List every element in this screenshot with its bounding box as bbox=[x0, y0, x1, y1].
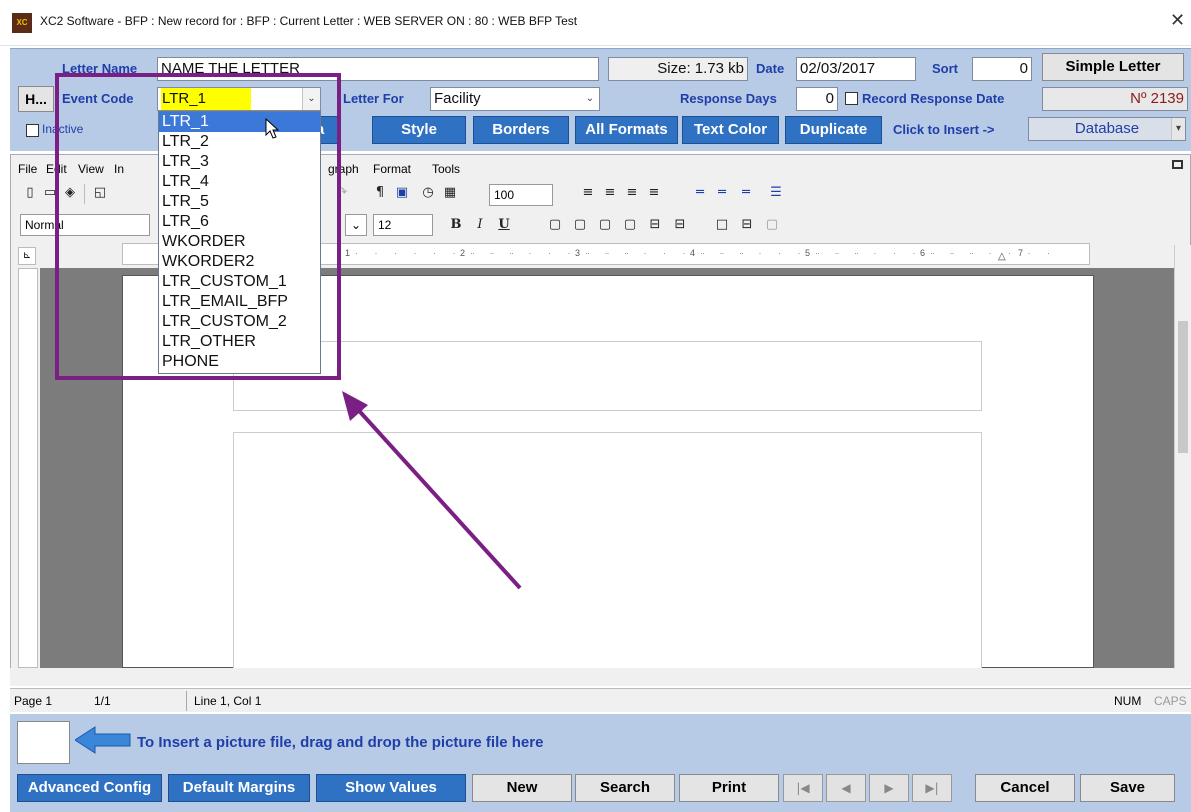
borders-button[interactable]: Borders bbox=[473, 116, 569, 144]
sort-input[interactable]: 0 bbox=[972, 57, 1032, 81]
all-formats-button[interactable]: All Formats bbox=[575, 116, 678, 144]
border-right-icon[interactable]: ▢ bbox=[570, 215, 590, 235]
cancel-button[interactable]: Cancel bbox=[975, 774, 1075, 802]
save-button[interactable]: Save bbox=[1080, 774, 1175, 802]
zoom-value: 100 bbox=[494, 188, 515, 202]
menu-tools[interactable]: Tools bbox=[432, 162, 460, 176]
chevron-down-icon[interactable]: ▾ bbox=[1171, 118, 1185, 140]
indent-marker-icon[interactable]: △ bbox=[998, 251, 1006, 262]
font-select-arrow[interactable]: ⌄ bbox=[345, 214, 367, 236]
line-col-indicator: Line 1, Col 1 bbox=[194, 694, 262, 708]
font-size-select[interactable]: 12 bbox=[373, 214, 433, 236]
zoom-select[interactable]: 100 bbox=[489, 184, 553, 206]
left-arrow-icon bbox=[75, 726, 131, 754]
line-spacing-onehalf-icon[interactable]: ═ bbox=[712, 183, 732, 203]
restore-icon[interactable] bbox=[1172, 160, 1183, 169]
ruler-dots: · · · · · · · bbox=[930, 248, 1057, 258]
insert-source-select[interactable]: Database ▾ bbox=[1028, 117, 1186, 141]
click-to-insert-label: Click to Insert -> bbox=[893, 122, 995, 137]
chevron-down-icon[interactable]: ⌄ bbox=[581, 88, 599, 110]
previous-record-button[interactable]: ◀ bbox=[826, 774, 866, 802]
border-inner-icon[interactable]: ⊟ bbox=[670, 215, 690, 235]
app-logo-icon: XC bbox=[12, 13, 32, 33]
status-separator bbox=[186, 691, 187, 711]
window-title: XC2 Software - BFP : New record for : BF… bbox=[40, 14, 578, 28]
annotation-arrow-icon bbox=[342, 391, 522, 590]
bold-icon[interactable]: B bbox=[446, 215, 466, 235]
line-spacing-single-icon[interactable]: ═ bbox=[690, 183, 710, 203]
align-left-icon[interactable]: ≡ bbox=[578, 183, 598, 203]
response-days-label: Response Days bbox=[680, 91, 777, 106]
bullet-list-icon[interactable]: ☰ bbox=[766, 183, 786, 203]
ruler-tick-label: 1 bbox=[345, 248, 351, 258]
first-record-button[interactable]: |◀ bbox=[783, 774, 823, 802]
vertical-ruler[interactable] bbox=[18, 268, 38, 668]
clock-icon[interactable]: ◷ bbox=[418, 183, 438, 203]
font-size-value: 12 bbox=[378, 218, 392, 232]
page-count: 1/1 bbox=[94, 694, 111, 708]
underline-icon[interactable]: U bbox=[494, 215, 514, 235]
sort-label: Sort bbox=[932, 61, 958, 76]
size-display: Size: 1.73 kb bbox=[608, 57, 748, 81]
duplicate-button[interactable]: Duplicate bbox=[785, 116, 882, 144]
border-top-icon[interactable]: ▢ bbox=[595, 215, 615, 235]
num-lock-indicator: NUM bbox=[1114, 694, 1142, 708]
border-all-icon[interactable]: ⊟ bbox=[737, 215, 757, 235]
style-button[interactable]: Style bbox=[372, 116, 466, 144]
status-bar: Page 1 1/1 Line 1, Col 1 NUM CAPS bbox=[10, 688, 1191, 712]
inactive-checkbox[interactable] bbox=[26, 124, 39, 137]
date-input[interactable]: 02/03/2017 bbox=[796, 57, 916, 81]
align-right-icon[interactable]: ≡ bbox=[622, 183, 642, 203]
caps-lock-indicator: CAPS bbox=[1154, 694, 1187, 708]
drop-instruction: To Insert a picture file, drag and drop … bbox=[137, 734, 544, 751]
date-label: Date bbox=[756, 61, 785, 76]
pilcrow-icon[interactable]: ¶ bbox=[370, 183, 390, 203]
italic-icon[interactable]: I bbox=[470, 215, 490, 235]
search-button[interactable]: Search bbox=[575, 774, 675, 802]
text-color-button[interactable]: Text Color bbox=[682, 116, 779, 144]
show-values-button[interactable]: Show Values bbox=[316, 774, 466, 802]
new-button[interactable]: New bbox=[472, 774, 572, 802]
next-record-button[interactable]: ▶ bbox=[869, 774, 909, 802]
record-response-label: Record Response Date bbox=[862, 91, 1005, 106]
border-none-icon[interactable]: ▢ bbox=[762, 215, 782, 235]
record-response-checkbox[interactable] bbox=[845, 92, 858, 105]
response-days-input[interactable]: 0 bbox=[796, 87, 838, 111]
close-icon[interactable]: ✕ bbox=[1170, 10, 1185, 31]
border-outer-icon[interactable]: □ bbox=[712, 215, 732, 235]
print-button[interactable]: Print bbox=[679, 774, 779, 802]
border-bottom-icon[interactable]: ▢ bbox=[620, 215, 640, 235]
advanced-config-button[interactable]: Advanced Config bbox=[17, 774, 162, 802]
border-left-icon[interactable]: ▢ bbox=[545, 215, 565, 235]
field-codes-icon[interactable]: ▣ bbox=[392, 183, 412, 203]
letter-for-value: Facility bbox=[434, 90, 481, 107]
align-justify-icon[interactable]: ≡ bbox=[644, 183, 664, 203]
insert-source-value: Database bbox=[1074, 120, 1140, 137]
h-button[interactable]: H... bbox=[18, 86, 54, 112]
vertical-scrollbar[interactable] bbox=[1174, 245, 1191, 668]
menu-format[interactable]: Format bbox=[373, 162, 411, 176]
page-indicator: Page 1 bbox=[14, 694, 53, 708]
menu-file[interactable]: File bbox=[18, 162, 37, 176]
horizontal-scrollbar[interactable] bbox=[10, 668, 1191, 686]
letter-for-select[interactable]: Facility ⌄ bbox=[430, 87, 600, 111]
border-horizontal-icon[interactable]: ⊟ bbox=[645, 215, 665, 235]
annotation-highlight-box bbox=[55, 73, 341, 380]
align-center-icon[interactable]: ≡ bbox=[600, 183, 620, 203]
simple-letter-button[interactable]: Simple Letter bbox=[1042, 53, 1184, 81]
tab-stop-icon[interactable]: ⊾ bbox=[18, 247, 36, 265]
last-record-button[interactable]: ▶| bbox=[912, 774, 952, 802]
default-margins-button[interactable]: Default Margins bbox=[168, 774, 310, 802]
letter-for-label: Letter For bbox=[343, 91, 404, 106]
line-spacing-double-icon[interactable]: ═ bbox=[736, 183, 756, 203]
record-number: Nº 2139 bbox=[1042, 87, 1188, 111]
new-doc-icon[interactable]: ▯ bbox=[20, 183, 40, 203]
calendar-icon[interactable]: ▦ bbox=[440, 183, 460, 203]
scrollbar-thumb[interactable] bbox=[1178, 321, 1188, 453]
picture-drop-box[interactable] bbox=[17, 721, 70, 764]
